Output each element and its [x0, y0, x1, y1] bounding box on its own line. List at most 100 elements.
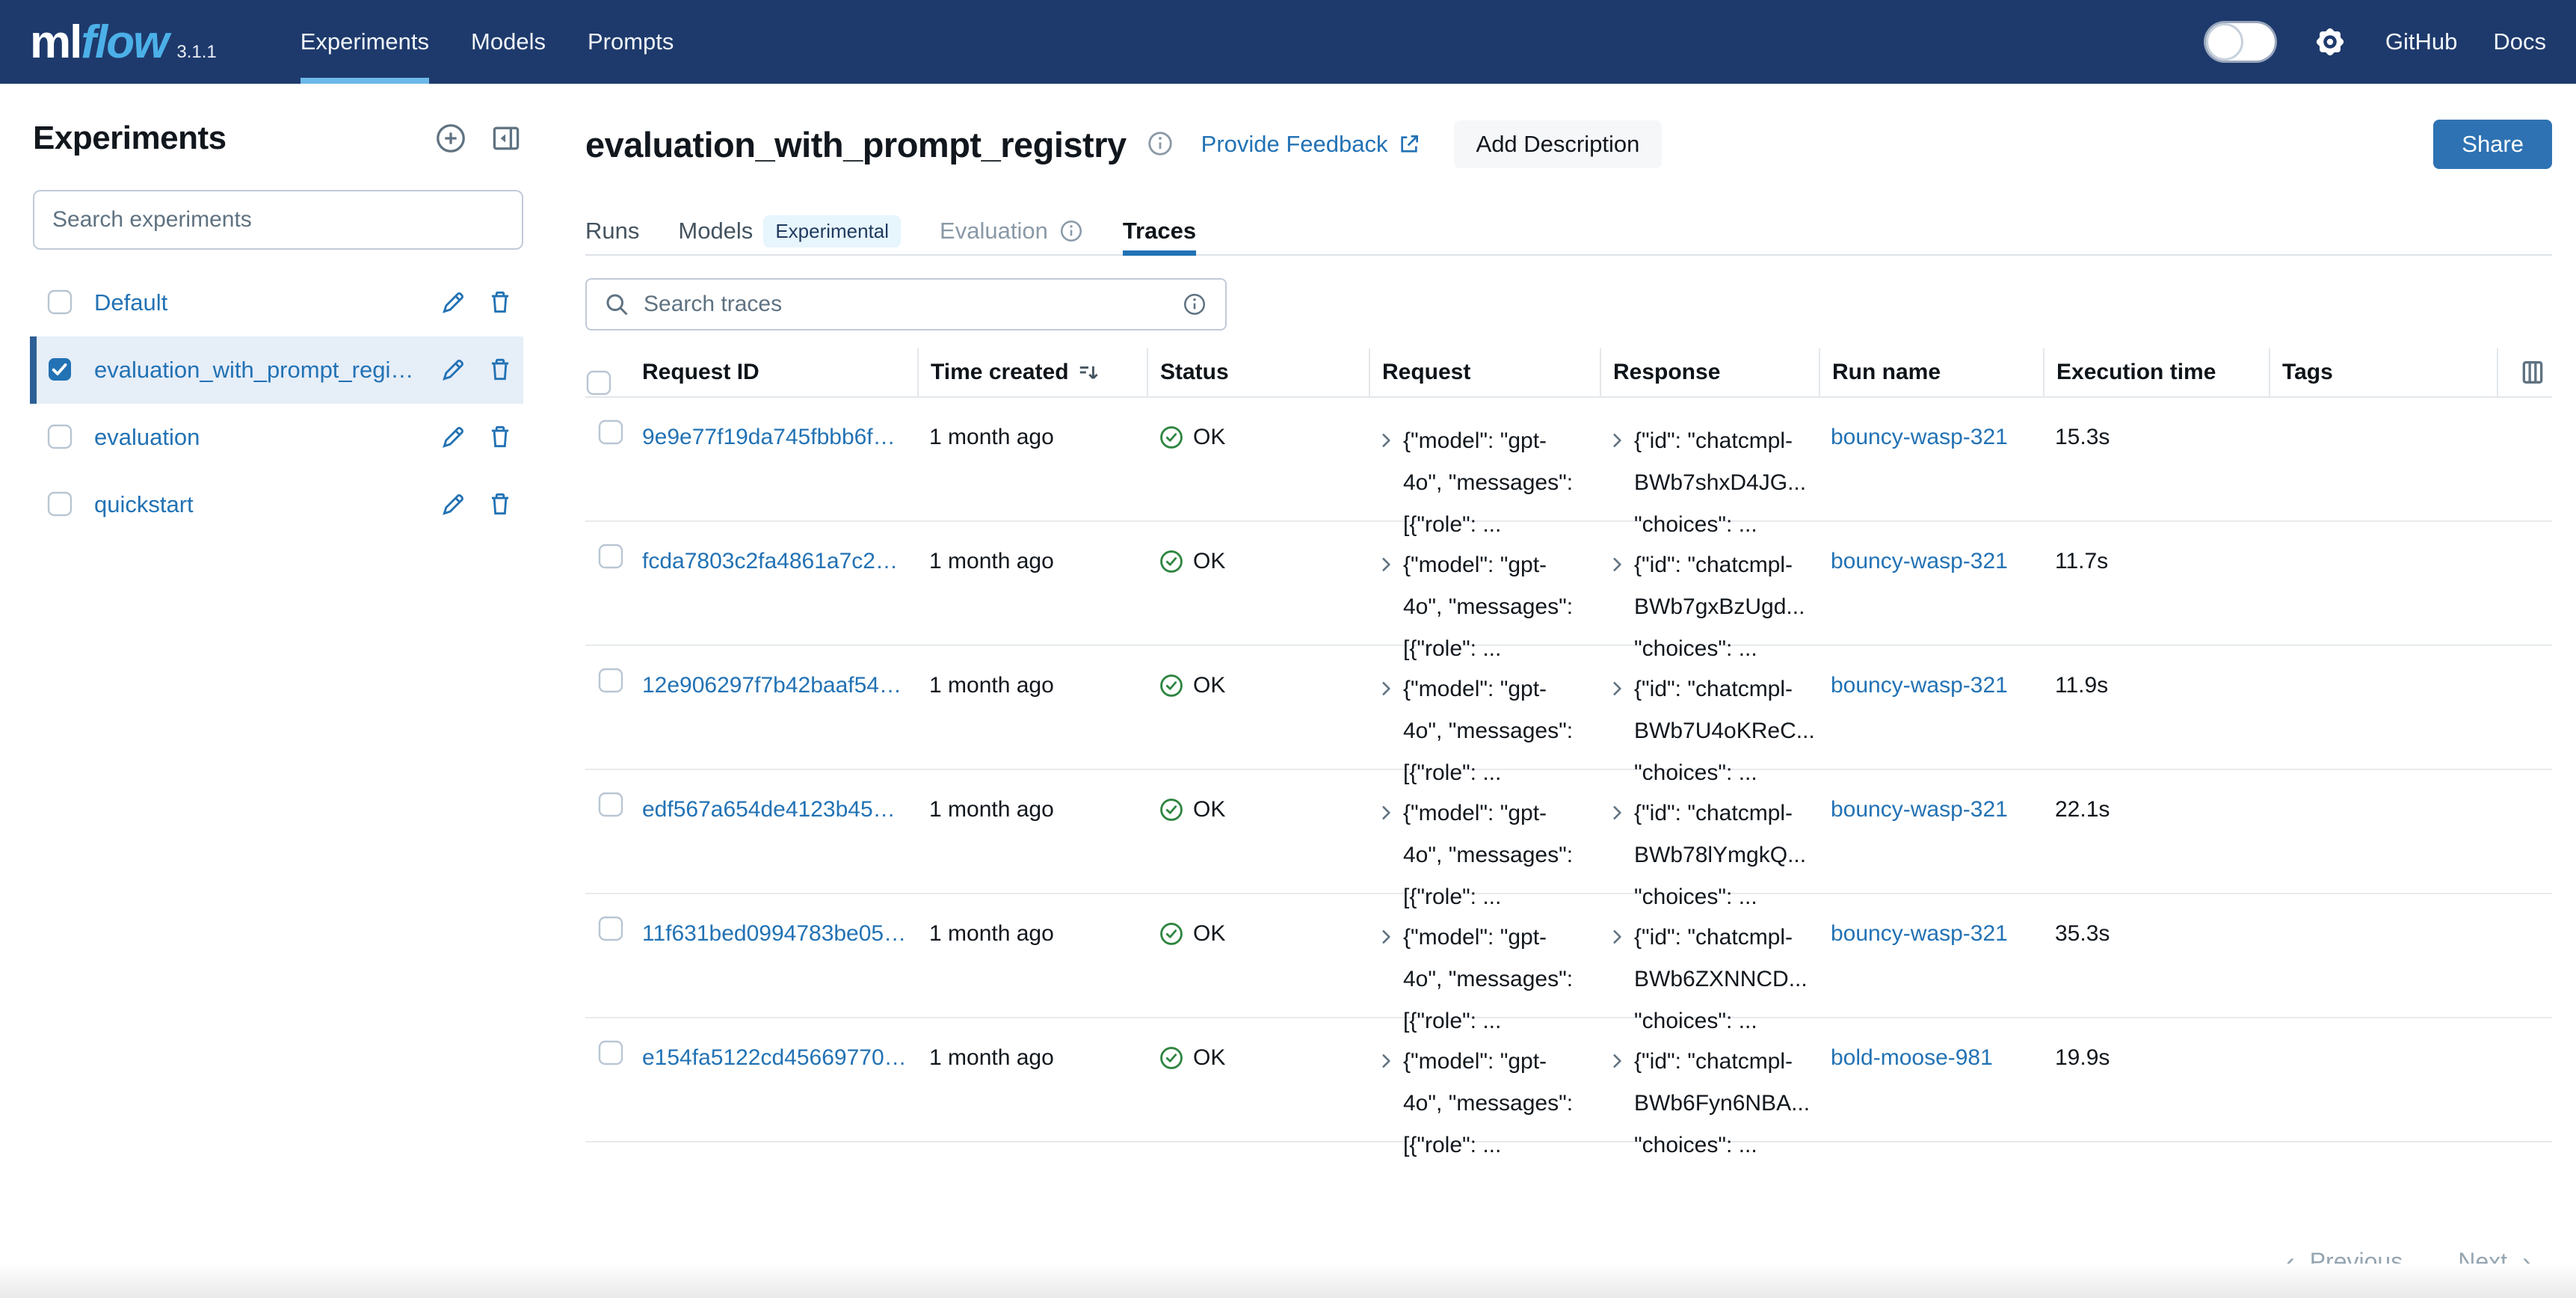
request-id-link[interactable]: e154fa5122cd456697709...	[642, 1041, 907, 1075]
checkbox-icon[interactable]	[46, 423, 75, 452]
tab-runs[interactable]: Runs	[585, 208, 639, 254]
status-label: OK	[1193, 544, 1225, 579]
experiment-name-link[interactable]: quickstart	[94, 491, 423, 518]
experiment-tabs: Runs Models Experimental Evaluation Trac…	[585, 208, 2552, 256]
sidebar-experiment-item[interactable]: evaluation_with_prompt_registry	[30, 336, 523, 404]
delete-experiment-icon[interactable]	[486, 288, 516, 318]
edit-experiment-icon[interactable]	[440, 422, 469, 452]
status-label: OK	[1193, 1041, 1225, 1075]
expand-chevron-right-icon[interactable]	[1607, 1047, 1627, 1166]
share-button[interactable]: Share	[2433, 120, 2552, 169]
json-line: 4o", "messages":	[1403, 462, 1573, 504]
expand-chevron-right-icon[interactable]	[1376, 1047, 1396, 1166]
experiment-name-link[interactable]: Default	[94, 289, 423, 316]
run-name-link[interactable]: bouncy-wasp-321	[1831, 544, 2008, 579]
experiment-name-link[interactable]: evaluation	[94, 424, 423, 451]
json-line: {"id": "chatcmpl-	[1634, 917, 1808, 959]
status-ok-icon	[1159, 668, 1184, 709]
mlflow-logo[interactable]: ml flow 3.1.1	[30, 16, 217, 69]
column-header-request-id[interactable]: Request ID	[630, 348, 917, 396]
column-header-response[interactable]: Response	[1600, 348, 1819, 396]
run-name-link[interactable]: bouncy-wasp-321	[1831, 420, 2008, 455]
run-name-link[interactable]: bold-moose-981	[1831, 1041, 1993, 1075]
row-checkbox[interactable]	[585, 646, 630, 704]
row-checkbox[interactable]	[585, 894, 630, 953]
time-created-cell: 1 month ago	[917, 522, 1147, 579]
time-created-cell: 1 month ago	[917, 770, 1147, 827]
tags-cell	[2269, 646, 2497, 668]
github-link[interactable]: GitHub	[2385, 28, 2457, 55]
execution-time-header-label: Execution time	[2056, 360, 2216, 385]
row-checkbox[interactable]	[585, 522, 630, 580]
checkbox-icon[interactable]	[46, 289, 75, 317]
sidebar-experiment-item[interactable]: quickstart	[30, 471, 523, 538]
sort-descending-icon	[1076, 360, 1100, 384]
request-id-link[interactable]: 12e906297f7b42baaf5482...	[642, 668, 907, 703]
sidebar-experiment-item[interactable]: Default	[30, 269, 523, 336]
column-header-request[interactable]: Request	[1369, 348, 1600, 396]
search-experiments-input[interactable]	[33, 190, 523, 250]
tab-models[interactable]: Models Experimental	[678, 208, 901, 254]
select-all-checkbox[interactable]	[585, 348, 630, 396]
page-title: evaluation_with_prompt_registry	[585, 124, 1127, 165]
tab-traces[interactable]: Traces	[1123, 208, 1196, 254]
run-name-link[interactable]: bouncy-wasp-321	[1831, 668, 2008, 703]
search-traces-input[interactable]	[585, 278, 1227, 330]
next-page-button[interactable]: Next ›	[2458, 1248, 2531, 1276]
time-created-cell: 1 month ago	[917, 894, 1147, 951]
run-name-link[interactable]: bouncy-wasp-321	[1831, 793, 2008, 827]
edit-experiment-icon[interactable]	[440, 355, 469, 385]
checkbox-icon[interactable]	[46, 490, 75, 519]
json-line: {"model": "gpt-	[1403, 420, 1573, 462]
column-header-time-created[interactable]: Time created	[917, 348, 1147, 396]
provide-feedback-link[interactable]: Provide Feedback	[1201, 131, 1421, 158]
tags-cell	[2269, 894, 2497, 917]
nav-link-prompts[interactable]: Prompts	[567, 0, 694, 84]
edit-experiment-icon[interactable]	[440, 288, 469, 318]
checkbox-checked-icon[interactable]	[46, 356, 75, 384]
request-id-cell: e154fa5122cd456697709...	[630, 1018, 917, 1086]
request-id-link[interactable]: edf567a654de4123b4584...	[642, 793, 907, 827]
sun-gear-icon[interactable]	[2311, 22, 2349, 61]
experiment-info-icon[interactable]	[1146, 129, 1176, 159]
traces-table-body: 9e9e77f19da745fbbb6fa9... 1 month ago OK {"…	[585, 398, 2552, 1142]
request-id-link[interactable]: fcda7803c2fa4861a7c2b3...	[642, 544, 907, 579]
row-checkbox[interactable]	[585, 398, 630, 456]
add-description-button[interactable]: Add Description	[1454, 120, 1663, 168]
trace-table-row: 9e9e77f19da745fbbb6fa9...1 month agoOK{"…	[585, 398, 2552, 522]
column-header-status[interactable]: Status	[1147, 348, 1369, 396]
tags-cell	[2269, 522, 2497, 544]
column-header-tags[interactable]: Tags	[2269, 348, 2497, 396]
tab-evaluation[interactable]: Evaluation	[940, 208, 1084, 254]
nav-right-group: GitHub Docs	[2206, 22, 2546, 61]
nav-link-experiments[interactable]: Experiments	[280, 0, 450, 84]
request-id-link[interactable]: 9e9e77f19da745fbbb6fa9...	[642, 420, 907, 455]
delete-experiment-icon[interactable]	[486, 355, 516, 385]
search-info-icon[interactable]	[1182, 292, 1207, 317]
status-cell: OK	[1147, 646, 1369, 709]
response-preview-cell-text: {"id": "chatcmpl-BWb6Fyn6NBA..."choices"…	[1634, 1041, 1810, 1166]
collapse-sidebar-icon[interactable]	[489, 121, 523, 156]
sidebar-experiment-item[interactable]: evaluation	[30, 404, 523, 471]
delete-experiment-icon[interactable]	[486, 422, 516, 452]
chevron-right-icon: ›	[2522, 1250, 2531, 1274]
run-name-link[interactable]: bouncy-wasp-321	[1831, 917, 2008, 951]
json-line: 4o", "messages":	[1403, 710, 1573, 752]
previous-page-button[interactable]: ‹ Previous	[2286, 1248, 2403, 1276]
theme-toggle[interactable]	[2206, 23, 2275, 61]
edit-experiment-icon[interactable]	[440, 490, 469, 520]
nav-link-models[interactable]: Models	[450, 0, 567, 84]
delete-experiment-icon[interactable]	[486, 490, 516, 520]
column-header-run-name[interactable]: Run name	[1819, 348, 2043, 396]
status-cell: OK	[1147, 1018, 1369, 1081]
docs-link[interactable]: Docs	[2493, 28, 2546, 55]
row-checkbox[interactable]	[585, 1018, 630, 1077]
column-header-execution-time[interactable]: Execution time	[2043, 348, 2269, 396]
columns-config-icon[interactable]	[2518, 357, 2548, 387]
json-line: {"model": "gpt-	[1403, 544, 1573, 586]
traces-table-header: Request ID Time created Status Request R…	[585, 348, 2552, 398]
add-experiment-icon[interactable]	[434, 121, 468, 156]
row-checkbox[interactable]	[585, 770, 630, 828]
experiment-name-link[interactable]: evaluation_with_prompt_registry	[94, 357, 423, 384]
request-id-link[interactable]: 11f631bed0994783be051...	[642, 917, 907, 951]
